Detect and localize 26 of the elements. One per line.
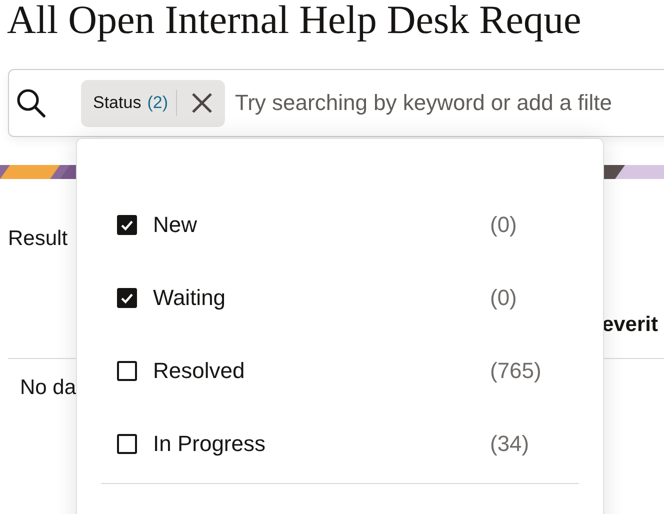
option-count: (0) (490, 212, 517, 238)
checkbox[interactable] (117, 434, 137, 454)
checkbox[interactable] (117, 214, 137, 234)
option-label: In Progress (153, 430, 266, 456)
search-icon (15, 87, 47, 119)
option-label: Waiting (153, 284, 227, 310)
search-field[interactable]: Status (2) Try searching by keyword or add a filte (8, 69, 664, 137)
page-title: All Open Internal Help Desk Reque (6, 0, 582, 44)
chip-count: (2) (147, 93, 168, 113)
results-label: Result (8, 227, 69, 251)
option-count: (765) (490, 358, 542, 384)
close-icon[interactable] (190, 92, 213, 114)
status-option[interactable]: In Progress (34) (77, 407, 603, 480)
status-option[interactable]: Resolved (765) (77, 334, 603, 407)
column-header: everit (602, 313, 658, 338)
chip-label: Status (93, 93, 142, 113)
status-option[interactable]: Waiting (0) (77, 261, 603, 334)
option-count: (0) (490, 284, 517, 310)
option-count: (34) (490, 430, 530, 456)
checkbox[interactable] (117, 360, 137, 380)
option-label: New (153, 212, 198, 238)
status-option[interactable]: New (0) (77, 188, 603, 261)
option-label: Resolved (153, 358, 246, 384)
empty-message: No da (20, 376, 78, 400)
filter-chip[interactable]: Status (2) (81, 80, 225, 126)
checkbox[interactable] (117, 288, 137, 308)
